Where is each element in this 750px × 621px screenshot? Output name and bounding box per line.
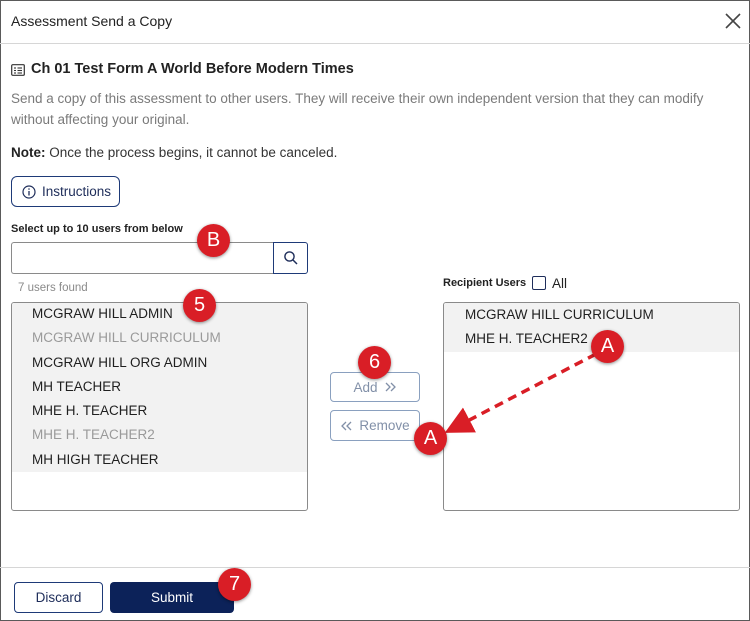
- search-icon: [283, 251, 298, 265]
- callout-7: 7: [218, 568, 251, 601]
- available-list-item: MHE H. TEACHER2: [32, 427, 155, 443]
- available-users-items: MCGRAW HILL ADMIN MCGRAW HILL CURRICULUM M…: [12, 303, 307, 473]
- recipient-list-item[interactable]: MCGRAW HILL CURRICULUM: [444, 303, 739, 327]
- info-icon: [22, 184, 36, 199]
- select-all-label: All: [552, 276, 568, 291]
- add-label: Add: [353, 379, 378, 395]
- note-text: Once the process begins, it cannot be ca…: [45, 145, 338, 160]
- callout-5: 5: [183, 289, 216, 322]
- user-search: [11, 242, 308, 274]
- note-label: Note:: [11, 145, 46, 160]
- available-list-item: MCGRAW HILL CURRICULUM: [32, 330, 221, 346]
- recipient-users-list[interactable]: MCGRAW HILL CURRICULUM MHE H. TEACHER2: [443, 302, 740, 511]
- available-list-item[interactable]: MH TEACHER: [12, 375, 307, 399]
- discard-label: Discard: [35, 590, 82, 605]
- cancel-note: Note: Once the process begins, it cannot…: [11, 145, 337, 160]
- callout-a-start: A: [591, 330, 624, 363]
- available-list-item[interactable]: MH HIGH TEACHER: [12, 448, 307, 472]
- close-icon[interactable]: [722, 10, 744, 32]
- remove-button[interactable]: Remove: [330, 410, 420, 441]
- assessment-document-icon: [11, 64, 25, 76]
- assessment-description: Send a copy of this assessment to other …: [11, 91, 704, 127]
- callout-b: B: [197, 224, 230, 257]
- select-all-checkbox[interactable]: [532, 276, 546, 290]
- search-button[interactable]: [273, 242, 308, 274]
- callout-a-end: A: [414, 422, 447, 455]
- available-list-item[interactable]: MCGRAW HILL ORG ADMIN: [12, 351, 307, 375]
- dialog-title: Assessment Send a Copy: [11, 13, 173, 29]
- double-chevron-right-icon: [385, 382, 396, 392]
- available-list-item[interactable]: MCGRAW HILL ADMIN: [12, 303, 307, 326]
- submit-button[interactable]: Submit: [110, 582, 234, 613]
- double-chevron-left-icon: [341, 421, 352, 430]
- recipient-users-label: Recipient Users: [443, 277, 527, 289]
- select-users-label: Select up to 10 users from below: [11, 223, 183, 235]
- remove-label: Remove: [359, 418, 410, 433]
- callout-6: 6: [358, 346, 391, 379]
- available-list-item[interactable]: MHE H. TEACHER: [12, 399, 307, 423]
- dialog-header: Assessment Send a Copy: [0, 0, 750, 44]
- submit-label: Submit: [150, 590, 194, 605]
- user-search-input[interactable]: [11, 242, 274, 274]
- available-users-list[interactable]: MCGRAW HILL ADMIN MCGRAW HILL CURRICULUM M…: [11, 302, 308, 511]
- discard-button[interactable]: Discard: [14, 582, 103, 613]
- instructions-label: Instructions: [42, 184, 112, 199]
- assessment-title: Ch 01 Test Form A World Before Modern Ti…: [31, 61, 354, 77]
- results-count: 7 users found: [18, 282, 88, 294]
- instructions-button[interactable]: Instructions: [11, 176, 120, 207]
